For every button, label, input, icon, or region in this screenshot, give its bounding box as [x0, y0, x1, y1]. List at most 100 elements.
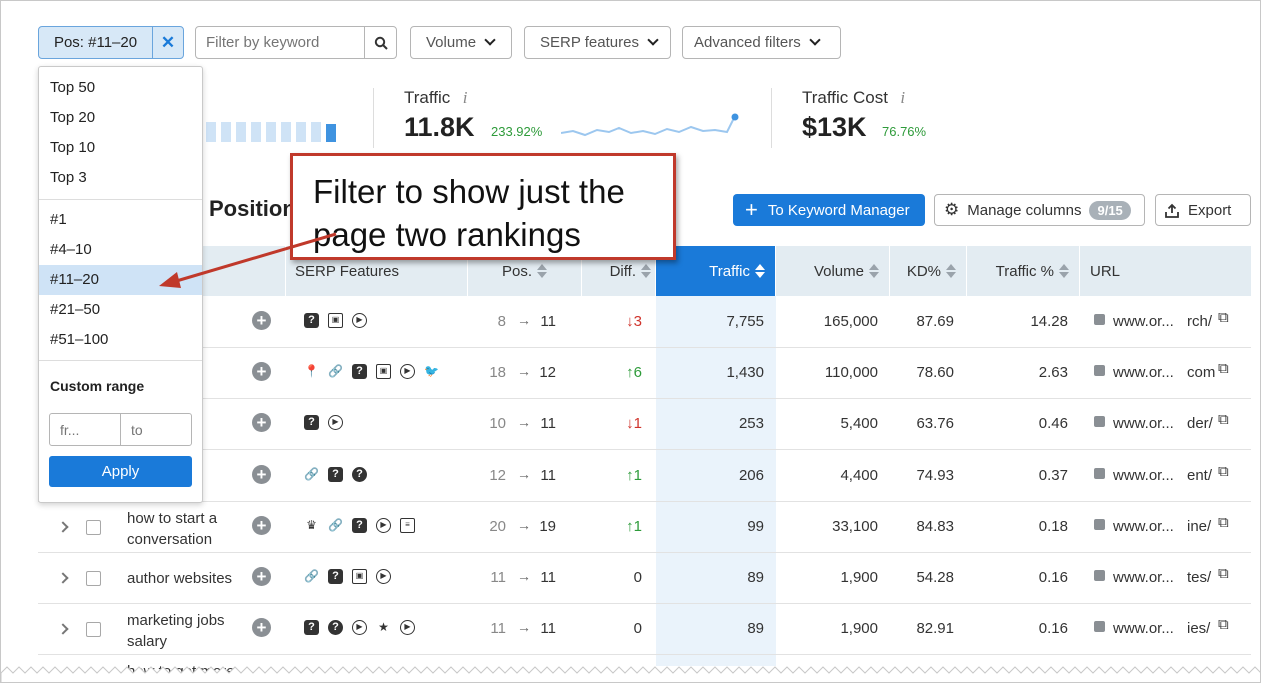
column-header-kd[interactable]: KD%: [890, 246, 967, 296]
position-filter-label[interactable]: Pos: #11–20: [39, 27, 153, 58]
traffic-value: 253: [738, 415, 764, 433]
position-filter[interactable]: Pos: #11–20 ✕: [38, 26, 184, 59]
column-header-traffic-pct[interactable]: Traffic %: [967, 246, 1080, 296]
traffic-metric-value: 11.8K: [404, 112, 475, 142]
sitelinks-icon[interactable]: 🔗: [328, 364, 343, 379]
menu-item-pos-21-50[interactable]: #21–50: [39, 295, 202, 325]
keyword-manager-button[interactable]: + To Keyword Manager: [733, 194, 925, 226]
add-keyword-icon[interactable]: +: [252, 515, 271, 535]
url-link[interactable]: www.or...: [1113, 569, 1174, 586]
add-keyword-icon[interactable]: +: [252, 464, 271, 484]
export-button[interactable]: Export: [1155, 194, 1251, 226]
app-frame: Pos: #11–20 ✕ Volume SERP features Advan…: [0, 0, 1261, 683]
column-header-volume[interactable]: Volume: [776, 246, 890, 296]
keyword-link[interactable]: author websites: [127, 568, 257, 589]
keyword-link[interactable]: how to start a conversation: [127, 508, 257, 550]
external-link-icon[interactable]: ⧉: [1218, 463, 1229, 480]
add-keyword-icon[interactable]: +: [252, 618, 271, 638]
kd-value: 74.93: [916, 466, 954, 484]
video-icon[interactable]: ▶: [400, 620, 415, 636]
row-checkbox[interactable]: [86, 622, 101, 638]
answer-box-icon[interactable]: ?: [352, 517, 367, 533]
sitelinks-icon[interactable]: 🔗: [328, 518, 343, 533]
kd-value: 84.83: [916, 517, 954, 535]
top-stories-icon[interactable]: ≡: [400, 517, 415, 533]
menu-item-top-3[interactable]: Top 3: [39, 163, 202, 193]
menu-item-top-50[interactable]: Top 50: [39, 73, 202, 103]
info-icon[interactable]: i: [900, 88, 905, 107]
video-icon[interactable]: ▶: [352, 313, 367, 328]
answer-box-icon[interactable]: ?: [328, 466, 343, 482]
video-icon[interactable]: ▶: [376, 569, 391, 584]
advanced-filters-dropdown[interactable]: Advanced filters: [682, 26, 841, 59]
external-link-icon[interactable]: ⧉: [1218, 514, 1229, 531]
range-to-input[interactable]: [121, 414, 191, 445]
external-link-icon[interactable]: ⧉: [1218, 616, 1229, 633]
search-icon[interactable]: [364, 27, 396, 58]
clear-icon[interactable]: ✕: [153, 27, 183, 58]
people-also-ask-icon[interactable]: ?: [352, 466, 367, 482]
lock-icon: [1094, 416, 1105, 428]
table-row: +? ▶ 10 → 11 ↓1 253 5,400 63.76 0.46 www.or... der/…: [38, 399, 1251, 451]
arrow-right-icon: →: [517, 363, 531, 380]
add-keyword-icon[interactable]: +: [252, 362, 271, 382]
table-row: author websites + 🔗? ▣ ▶ 11 → 11 0 89 1,900 54.28 0.…: [38, 553, 1251, 604]
url-link[interactable]: www.or...: [1113, 620, 1174, 637]
video-icon[interactable]: ▶: [400, 364, 415, 380]
url-link[interactable]: www.or...: [1113, 467, 1174, 484]
serp-features-dropdown[interactable]: SERP features: [524, 26, 671, 59]
add-keyword-icon[interactable]: +: [252, 311, 271, 330]
image-pack-icon[interactable]: ▣: [352, 569, 367, 584]
local-pack-icon[interactable]: 📍: [304, 364, 319, 379]
kd-value: 78.60: [916, 364, 954, 382]
reviews-icon[interactable]: ★: [376, 620, 391, 635]
video-icon[interactable]: ▶: [376, 517, 391, 533]
image-pack-icon[interactable]: ▣: [328, 313, 343, 328]
video-icon[interactable]: ▶: [328, 415, 343, 431]
range-from-input[interactable]: [50, 414, 121, 445]
external-link-icon[interactable]: ⧉: [1218, 565, 1229, 582]
answer-box-icon[interactable]: ?: [304, 313, 319, 328]
keyword-link[interactable]: marketing jobs salary: [127, 610, 257, 652]
pos-current: 11: [540, 466, 556, 484]
chevron-right-icon[interactable]: [57, 623, 69, 635]
url-link[interactable]: www.or...: [1113, 518, 1174, 535]
add-keyword-icon[interactable]: +: [252, 567, 271, 586]
menu-item-top-20[interactable]: Top 20: [39, 103, 202, 133]
divider: [373, 88, 374, 148]
answer-box-icon[interactable]: ?: [328, 569, 343, 584]
people-also-ask-icon[interactable]: ?: [328, 620, 343, 636]
apply-button[interactable]: Apply: [49, 456, 192, 487]
column-header-url[interactable]: URL: [1080, 246, 1251, 296]
chevron-right-icon[interactable]: [57, 521, 69, 533]
traffic-pct-value: 2.63: [1038, 364, 1068, 382]
answer-box-icon[interactable]: ?: [304, 415, 319, 431]
manage-columns-button[interactable]: ⚙ Manage columns 9/15: [934, 194, 1145, 226]
video-icon[interactable]: ▶: [352, 620, 367, 636]
external-link-icon[interactable]: ⧉: [1218, 411, 1229, 428]
traffic-value: 206: [738, 466, 764, 484]
twitter-icon[interactable]: 🐦: [424, 364, 439, 379]
external-link-icon[interactable]: ⧉: [1218, 360, 1229, 377]
add-keyword-icon[interactable]: +: [252, 413, 271, 433]
image-pack-icon[interactable]: ▣: [376, 364, 391, 380]
volume-dropdown[interactable]: Volume: [410, 26, 512, 59]
chevron-right-icon[interactable]: [57, 572, 69, 584]
row-checkbox[interactable]: [86, 519, 101, 535]
info-icon[interactable]: i: [463, 88, 468, 107]
url-link[interactable]: www.or...: [1113, 313, 1174, 330]
menu-item-pos-51-100[interactable]: #51–100: [39, 325, 202, 355]
url-link[interactable]: www.or...: [1113, 415, 1174, 432]
row-checkbox[interactable]: [86, 571, 101, 586]
external-link-icon[interactable]: ⧉: [1218, 309, 1229, 326]
answer-box-icon[interactable]: ?: [352, 364, 367, 380]
menu-item-top-10[interactable]: Top 10: [39, 133, 202, 163]
traffic-value: 99: [747, 517, 764, 535]
url-link[interactable]: www.or...: [1113, 364, 1174, 381]
keyword-input[interactable]: [196, 27, 364, 58]
sitelinks-icon[interactable]: 🔗: [304, 467, 319, 482]
featured-icon[interactable]: ♛: [304, 518, 319, 533]
answer-box-icon[interactable]: ?: [304, 620, 319, 636]
keyword-filter[interactable]: [195, 26, 397, 59]
sitelinks-icon[interactable]: 🔗: [304, 569, 319, 584]
